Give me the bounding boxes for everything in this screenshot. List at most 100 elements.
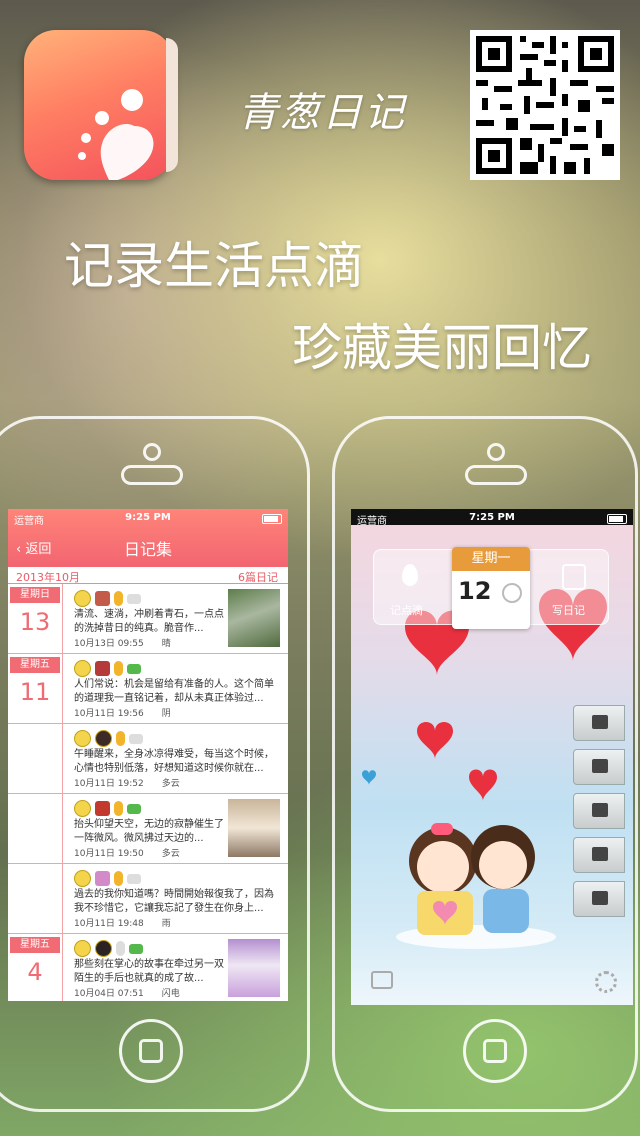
lock-icon[interactable] bbox=[371, 971, 393, 989]
tag-button[interactable] bbox=[573, 881, 625, 917]
princess-icon bbox=[95, 871, 110, 886]
drop-label: 记点滴 bbox=[390, 604, 423, 617]
mood-icon bbox=[74, 870, 91, 887]
speaker-icon bbox=[465, 465, 527, 485]
camera-icon bbox=[592, 759, 608, 773]
weekday-badge: 星期日 bbox=[10, 587, 60, 603]
speaker-icon bbox=[121, 465, 183, 485]
menu-icon bbox=[592, 715, 608, 729]
weather-label: 多云 bbox=[161, 849, 180, 859]
calendar-day: 12 bbox=[458, 577, 492, 605]
mood-icon bbox=[74, 730, 91, 747]
diary-entry[interactable]: 午睡醒来，全身冰凉得难受，每当这个时候，心情也特别低落，好想知道这时候你就在..… bbox=[8, 724, 288, 794]
bottle-icon bbox=[95, 801, 110, 816]
date-column bbox=[8, 864, 63, 933]
mic-icon bbox=[114, 871, 123, 886]
diary-entry[interactable]: 過去的我你知道嗎？時間開始報復我了，因為我不珍惜它，它讓我忘記了發生在你身上..… bbox=[8, 864, 288, 934]
entry-icons bbox=[74, 798, 145, 817]
camera-icon bbox=[487, 443, 505, 461]
entry-datetime: 10月11日 19:56 bbox=[74, 709, 144, 719]
status-bar: 运营商 9:25 PM bbox=[8, 509, 288, 527]
bag-icon bbox=[95, 591, 110, 606]
tag-icon bbox=[127, 593, 141, 604]
entry-meta: 10月11日 19:56 阴 bbox=[74, 706, 171, 719]
tagline-2: 珍藏美丽回忆 bbox=[292, 319, 592, 377]
diary-list-screen: 运营商 9:25 PM ‹ 返回 日记集 2013年10月 6篇日记 星期日 1… bbox=[8, 509, 288, 1001]
day-number: 13 bbox=[19, 608, 51, 636]
home-screen: 运营商 7:25 PM 记点滴 星期一 12 写日记 bbox=[351, 509, 633, 1005]
weather-label: 阴 bbox=[161, 709, 171, 719]
entry-meta: 10月04日 07:51 闪电 bbox=[74, 986, 180, 999]
entry-datetime: 10月04日 07:51 bbox=[74, 989, 144, 999]
entry-icons bbox=[74, 938, 147, 957]
app-icon bbox=[24, 30, 178, 180]
entry-text: 人们常说：机会是留给有准备的人。这个简单的道理我一直铭记着，却从未真正体验过..… bbox=[74, 679, 274, 704]
mood-icon bbox=[74, 800, 91, 817]
drop-icon bbox=[402, 564, 418, 586]
entry-meta: 10月11日 19:52 多云 bbox=[74, 776, 180, 789]
menu-button[interactable] bbox=[573, 705, 625, 741]
entry-icons bbox=[74, 728, 147, 747]
app-name: 青葱日记 bbox=[238, 90, 406, 136]
calendar-button[interactable] bbox=[573, 793, 625, 829]
entry-text: 清流、速淌，冲刷着青石，一点点的洗掉昔日的纯真。脆音作... bbox=[74, 609, 224, 634]
tag-icon bbox=[129, 943, 143, 954]
diary-entry[interactable]: 星期五 11 人们常说：机会是留给有准备的人。这个简单的道理我一直铭记着，却从未… bbox=[8, 654, 288, 724]
tagline-1: 记录生活点滴 bbox=[64, 237, 364, 295]
entry-meta: 10月13日 09:55 晴 bbox=[74, 636, 171, 649]
edit-icon bbox=[562, 564, 586, 590]
home-button[interactable] bbox=[463, 1019, 527, 1083]
entry-icons bbox=[74, 588, 145, 607]
weekday-badge: 星期五 bbox=[10, 657, 60, 673]
mic-icon bbox=[114, 661, 123, 676]
diary-entry[interactable]: 星期五 4 那些刻在掌心的故事在牵过另一双陌生的手后也就真的成了故... 10月… bbox=[8, 934, 288, 1001]
month-label: 2013年10月 bbox=[16, 571, 80, 584]
date-column: 星期五 4 bbox=[8, 934, 63, 1001]
weather-label: 闪电 bbox=[161, 989, 180, 999]
notes-button[interactable] bbox=[573, 837, 625, 873]
calendar-weekday: 星期一 bbox=[452, 547, 530, 571]
home-button[interactable] bbox=[119, 1019, 183, 1083]
entry-text: 那些刻在掌心的故事在牵过另一双陌生的手后也就真的成了故... bbox=[74, 959, 224, 984]
couple-illustration bbox=[396, 823, 556, 949]
calendar-icon bbox=[592, 803, 608, 817]
entry-thumbnail bbox=[228, 799, 280, 857]
diary-entry[interactable]: 抬头仰望天空，无边的寂静催生了一阵微风。微风拂过天边的... 10月11日 19… bbox=[8, 794, 288, 864]
tag-icon bbox=[129, 733, 143, 744]
nav-title: 日记集 bbox=[123, 540, 172, 559]
entry-icons bbox=[74, 658, 145, 677]
entry-thumbnail bbox=[228, 939, 280, 997]
gear-icon[interactable] bbox=[595, 971, 617, 993]
camera-button[interactable] bbox=[573, 749, 625, 785]
weather-label: 多云 bbox=[161, 779, 180, 789]
status-time: 9:25 PM bbox=[125, 512, 171, 523]
mic-icon bbox=[114, 801, 123, 816]
mood-icon bbox=[74, 940, 91, 957]
entry-count: 6篇日记 bbox=[238, 571, 278, 584]
date-column: 星期五 11 bbox=[8, 654, 63, 723]
sun-icon bbox=[502, 583, 522, 603]
qr-code bbox=[470, 30, 620, 180]
mood-icon bbox=[74, 660, 91, 677]
day-number: 4 bbox=[27, 958, 43, 986]
entry-thumbnail bbox=[228, 589, 280, 647]
mic-icon bbox=[116, 731, 125, 746]
write-label: 写日记 bbox=[552, 604, 585, 617]
entry-datetime: 10月11日 19:48 bbox=[74, 919, 144, 929]
mood-icon bbox=[74, 590, 91, 607]
mic-icon bbox=[116, 941, 125, 956]
entry-datetime: 10月11日 19:50 bbox=[74, 849, 144, 859]
calendar-widget[interactable]: 星期一 12 bbox=[452, 547, 530, 629]
tag-icon bbox=[127, 873, 141, 884]
weather-label: 雨 bbox=[161, 919, 171, 929]
month-bar: 2013年10月 6篇日记 bbox=[8, 567, 288, 584]
entry-meta: 10月11日 19:48 雨 bbox=[74, 916, 171, 929]
tag-icon bbox=[127, 803, 141, 814]
day-number: 11 bbox=[19, 678, 51, 706]
entry-text: 午睡醒来，全身冰凉得难受，每当这个时候，心情也特别低落，好想知道这时候你就在..… bbox=[74, 749, 274, 774]
diary-entry[interactable]: 星期日 13 清流、速淌，冲刷着青石，一点点的洗掉昔日的纯真。脆音作... 10… bbox=[8, 584, 288, 654]
notes-icon bbox=[592, 847, 608, 861]
weather-label: 晴 bbox=[161, 639, 171, 649]
avatar-icon bbox=[95, 940, 112, 957]
date-column bbox=[8, 794, 63, 863]
